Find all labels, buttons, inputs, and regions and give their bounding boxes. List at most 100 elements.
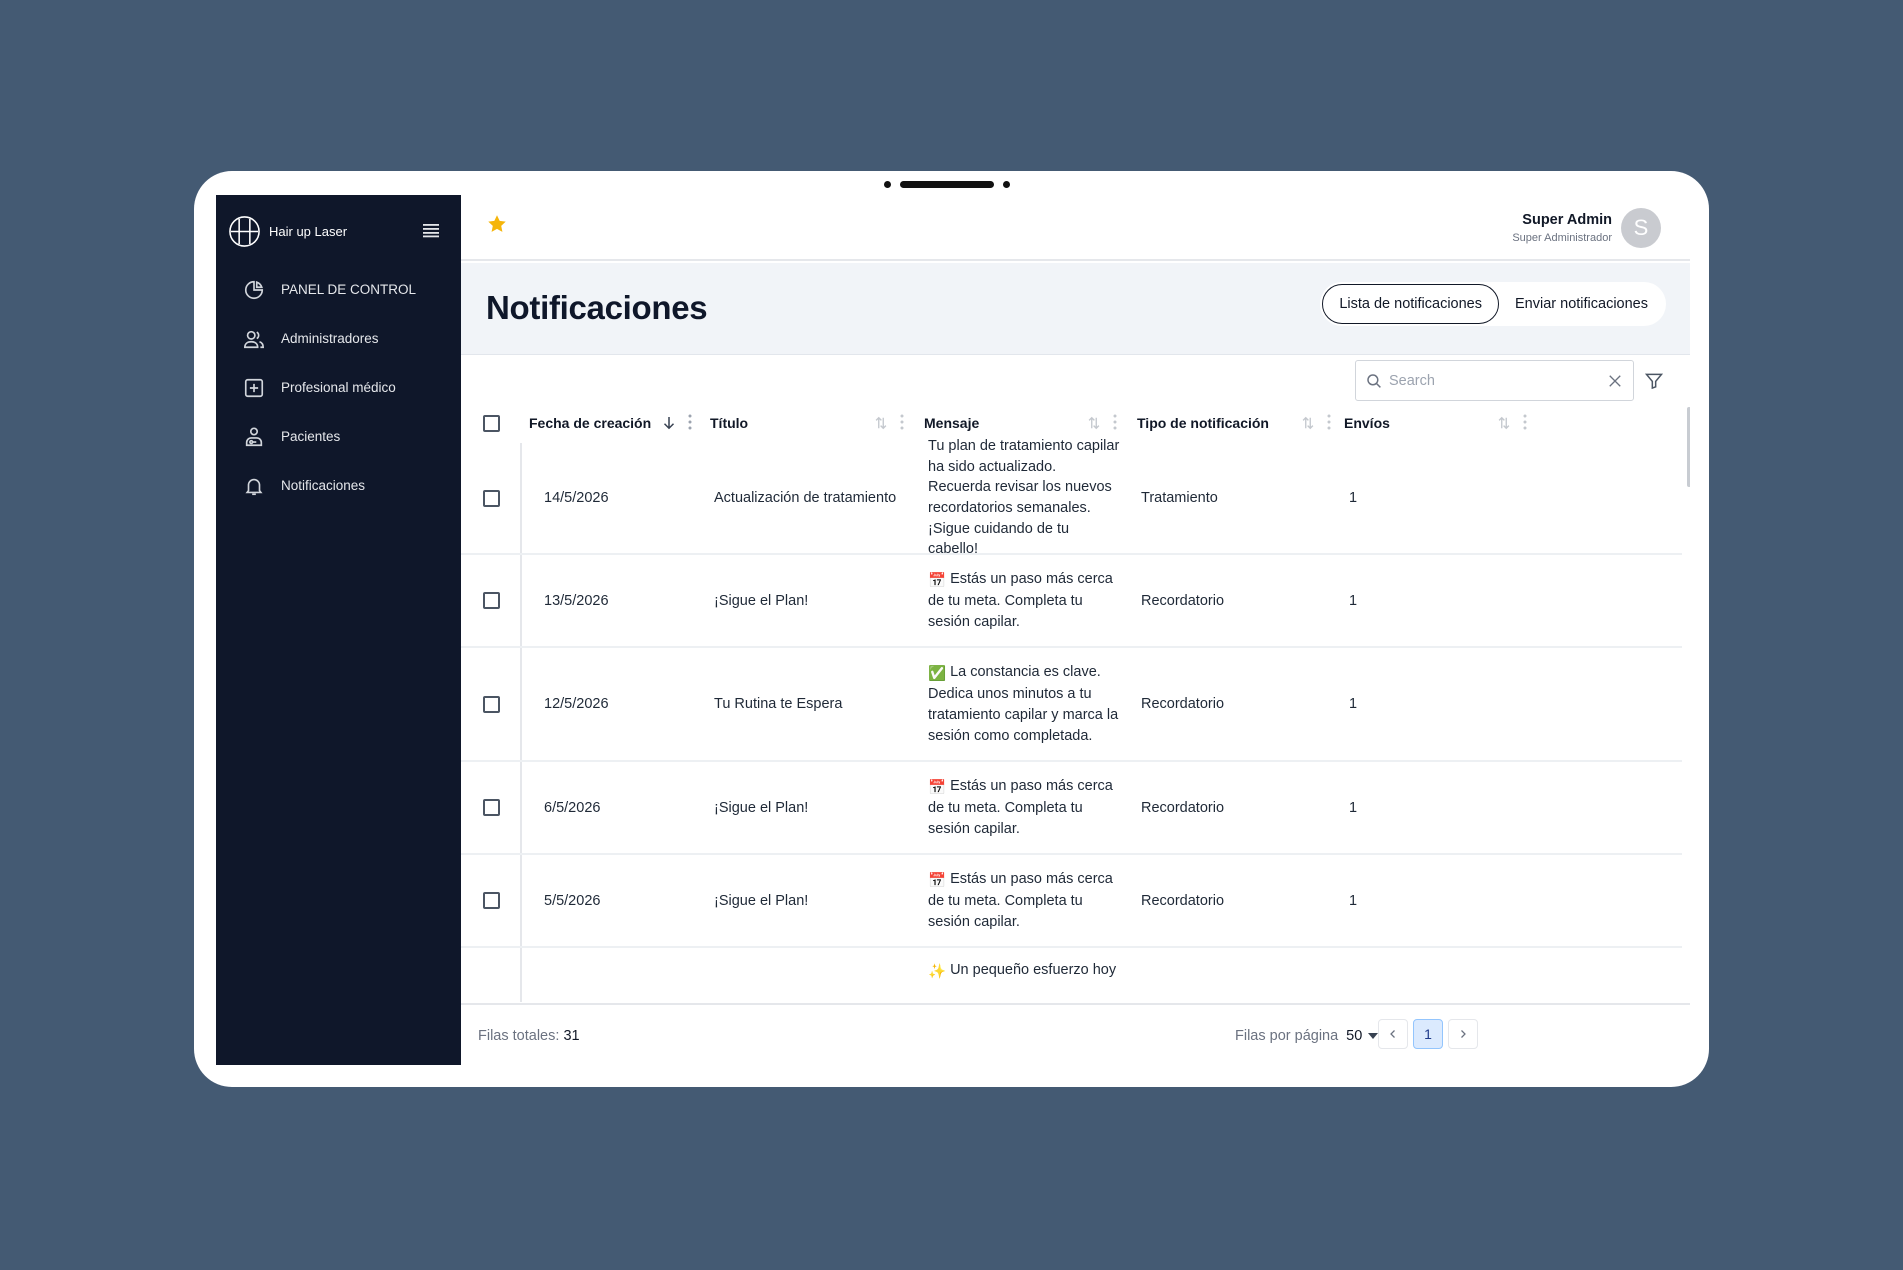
cell-envios: 1 [1349,892,1358,909]
sidebar-item-pacientes[interactable]: Pacientes [242,412,452,461]
main-content: Super Admin Super Administrador S Notifi… [461,195,1690,1065]
cell-fecha: 5/5/2026 [544,892,601,909]
chevron-right-icon [1461,1030,1466,1038]
row-select [461,799,521,816]
row-select [461,695,521,713]
cell-fecha: 12/5/2026 [544,696,609,712]
sidebar-item-label: Pacientes [281,429,341,444]
user-role: Super Administrador [1512,232,1612,244]
sidebar-item-administradores[interactable]: Administradores [242,314,452,363]
patient-icon [242,425,266,449]
row-checkbox[interactable] [482,695,500,713]
column-menu-icon[interactable] [1107,414,1123,432]
header-fecha-de-creacion[interactable]: Fecha de creación [521,403,698,443]
page-header: Notificaciones Lista de notificaciones E… [461,263,1690,355]
users-icon [242,327,266,351]
row-select [461,489,521,507]
chevron-left-icon [1390,1030,1395,1038]
table-scrollbar[interactable] [1687,407,1690,487]
sort-icon[interactable] [1085,414,1103,432]
search-input[interactable] [1383,365,1606,396]
page-button-current[interactable]: 1 [1413,1019,1443,1049]
column-menu-icon[interactable] [682,414,698,432]
sort-icon[interactable] [872,414,890,432]
header-titulo[interactable]: Título [698,403,910,443]
cell-tipo: Recordatorio [1141,799,1225,816]
table-row[interactable]: 12/5/2026 Tu Rutina te Espera ✅ La consta… [461,648,1682,762]
column-menu-icon[interactable] [1517,414,1533,432]
calendar-icon: 📅 [928,572,947,589]
brand[interactable]: Hair up Laser [228,214,347,248]
cell-tipo: Tratamiento [1141,490,1218,506]
message-text: La constancia es clave. Dedica unos minu… [928,663,1119,744]
pie-chart-icon [242,278,266,302]
row-checkbox[interactable] [482,892,500,909]
column-menu-icon[interactable] [894,414,910,432]
table-row[interactable]: 14/5/2026 Actualización de tratamiento T… [461,438,1682,557]
cell-tipo: Recordatorio [1141,592,1225,609]
app-screen: Hair up Laser PANEL DE CONTROL Administr… [216,195,1690,1065]
row-select [461,592,521,609]
table-row-partial[interactable]: ✨ Un pequeño esfuerzo hoy [461,948,1682,1002]
row-checkbox[interactable] [482,489,500,507]
user-menu[interactable]: Super Admin Super Administrador S [1512,208,1661,248]
sidebar: Hair up Laser PANEL DE CONTROL Administr… [216,195,461,1065]
avatar[interactable]: S [1621,208,1661,248]
close-icon[interactable] [1606,372,1624,390]
bell-icon [242,474,266,498]
cell-titulo: ¡Sigue el Plan! [714,592,809,609]
cell-fecha: 6/5/2026 [544,799,601,816]
column-menu-icon[interactable] [1321,414,1337,432]
message-text: Estás un paso más cerca de tu meta. Comp… [928,777,1113,837]
sidebar-item-label: Profesional médico [281,380,396,395]
table-row[interactable]: 6/5/2026 ¡Sigue el Plan! 📅 Estás un paso … [461,762,1682,855]
cell-titulo: ¡Sigue el Plan! [714,892,809,909]
cell-fecha: 14/5/2026 [544,490,609,506]
cell-envios: 1 [1349,592,1358,609]
sidebar-item-label: Administradores [281,331,379,346]
table-row[interactable]: 5/5/2026 ¡Sigue el Plan! 📅 Estás un paso … [461,855,1682,948]
tablet-frame: Hair up Laser PANEL DE CONTROL Administr… [194,171,1709,1087]
cell-envios: 1 [1349,799,1358,816]
rows-per-page-value: 50 [1346,1028,1363,1044]
table-footer: Filas totales: 31 Filas por página 50 1 [461,1003,1690,1065]
cell-tipo: Recordatorio [1141,696,1225,712]
previous-page-button[interactable] [1378,1019,1408,1049]
brand-name: Hair up Laser [269,223,348,239]
cell-mensaje: Tu plan de tratamiento capilar ha sido a… [910,436,1123,560]
sort-icon[interactable] [1495,414,1513,432]
row-checkbox[interactable] [482,592,500,609]
pagination: 1 [1378,1019,1478,1049]
rows-per-page-select[interactable]: 50 [1346,1028,1379,1044]
cell-mensaje: ✅ La constancia es clave. Dedica unos min… [910,662,1123,746]
user-info: Super Admin Super Administrador [1512,212,1612,244]
tab-enviar-notificaciones[interactable]: Enviar notificaciones [1499,284,1664,324]
select-all-checkbox[interactable] [482,414,500,432]
table-row[interactable]: 13/5/2026 ¡Sigue el Plan! 📅 Estás un paso… [461,555,1682,648]
sidebar-item-panel-de-control[interactable]: PANEL DE CONTROL [242,265,452,314]
filter-icon[interactable] [1644,371,1664,391]
header-envios[interactable]: Envíos [1337,403,1533,443]
favorite-star-icon[interactable] [486,213,508,235]
calendar-icon: 📅 [928,779,947,796]
sidebar-item-notificaciones[interactable]: Notificaciones [242,461,452,510]
tab-lista-de-notificaciones[interactable]: Lista de notificaciones [1322,284,1499,324]
cell-mensaje: 📅 Estás un paso más cerca de tu meta. Com… [910,776,1123,840]
sidebar-item-profesional-medico[interactable]: Profesional médico [242,363,452,412]
row-checkbox[interactable] [482,799,500,816]
cell-mensaje: 📅 Estás un paso más cerca de tu meta. Com… [910,569,1123,633]
rows-per-page: Filas por página 50 [1235,1028,1379,1044]
message-text: Estás un paso más cerca de tu meta. Comp… [928,870,1113,930]
hamburger-menu-icon[interactable] [422,222,440,238]
next-page-button[interactable] [1448,1019,1478,1049]
top-bar: Super Admin Super Administrador S [461,195,1690,261]
message-text: Estás un paso más cerca de tu meta. Comp… [928,570,1113,630]
column-label: Fecha de creación [529,415,652,431]
table-toolbar [461,356,1690,403]
sort-descending-icon[interactable] [660,414,678,432]
header-tipo-de-notificacion[interactable]: Tipo de notificación [1123,403,1337,443]
total-rows-value: 31 [563,1028,580,1044]
tab-group: Lista de notificaciones Enviar notificac… [1320,282,1666,326]
sort-icon[interactable] [1299,414,1317,432]
cell-titulo: Actualización de tratamiento [714,490,897,506]
